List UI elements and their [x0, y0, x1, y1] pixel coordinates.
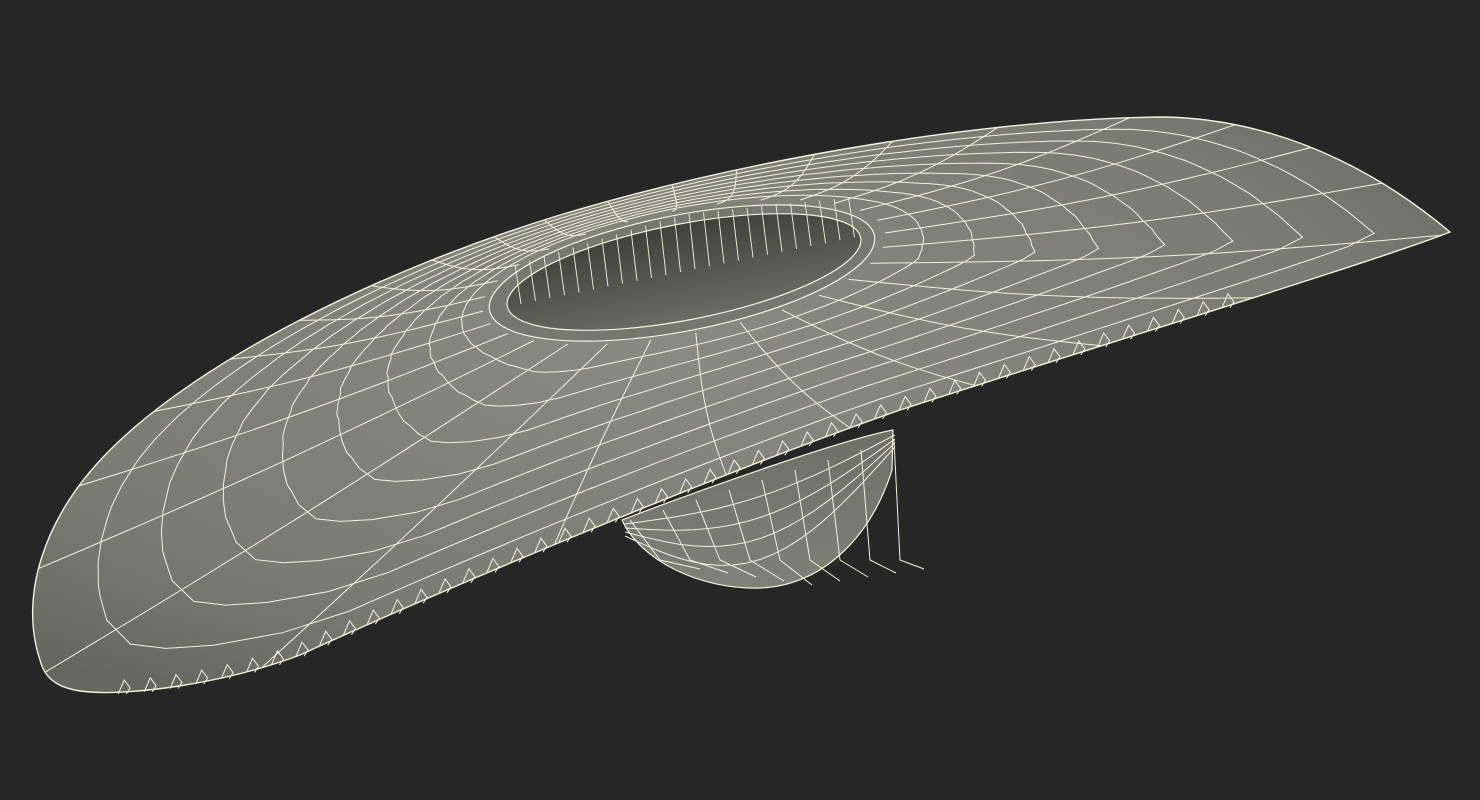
3d-viewport[interactable] — [0, 0, 1480, 800]
hull — [31, 116, 1452, 694]
keel-vertical-line — [893, 439, 925, 570]
hull-surface — [31, 116, 1452, 694]
wireframe-model — [31, 116, 1452, 695]
